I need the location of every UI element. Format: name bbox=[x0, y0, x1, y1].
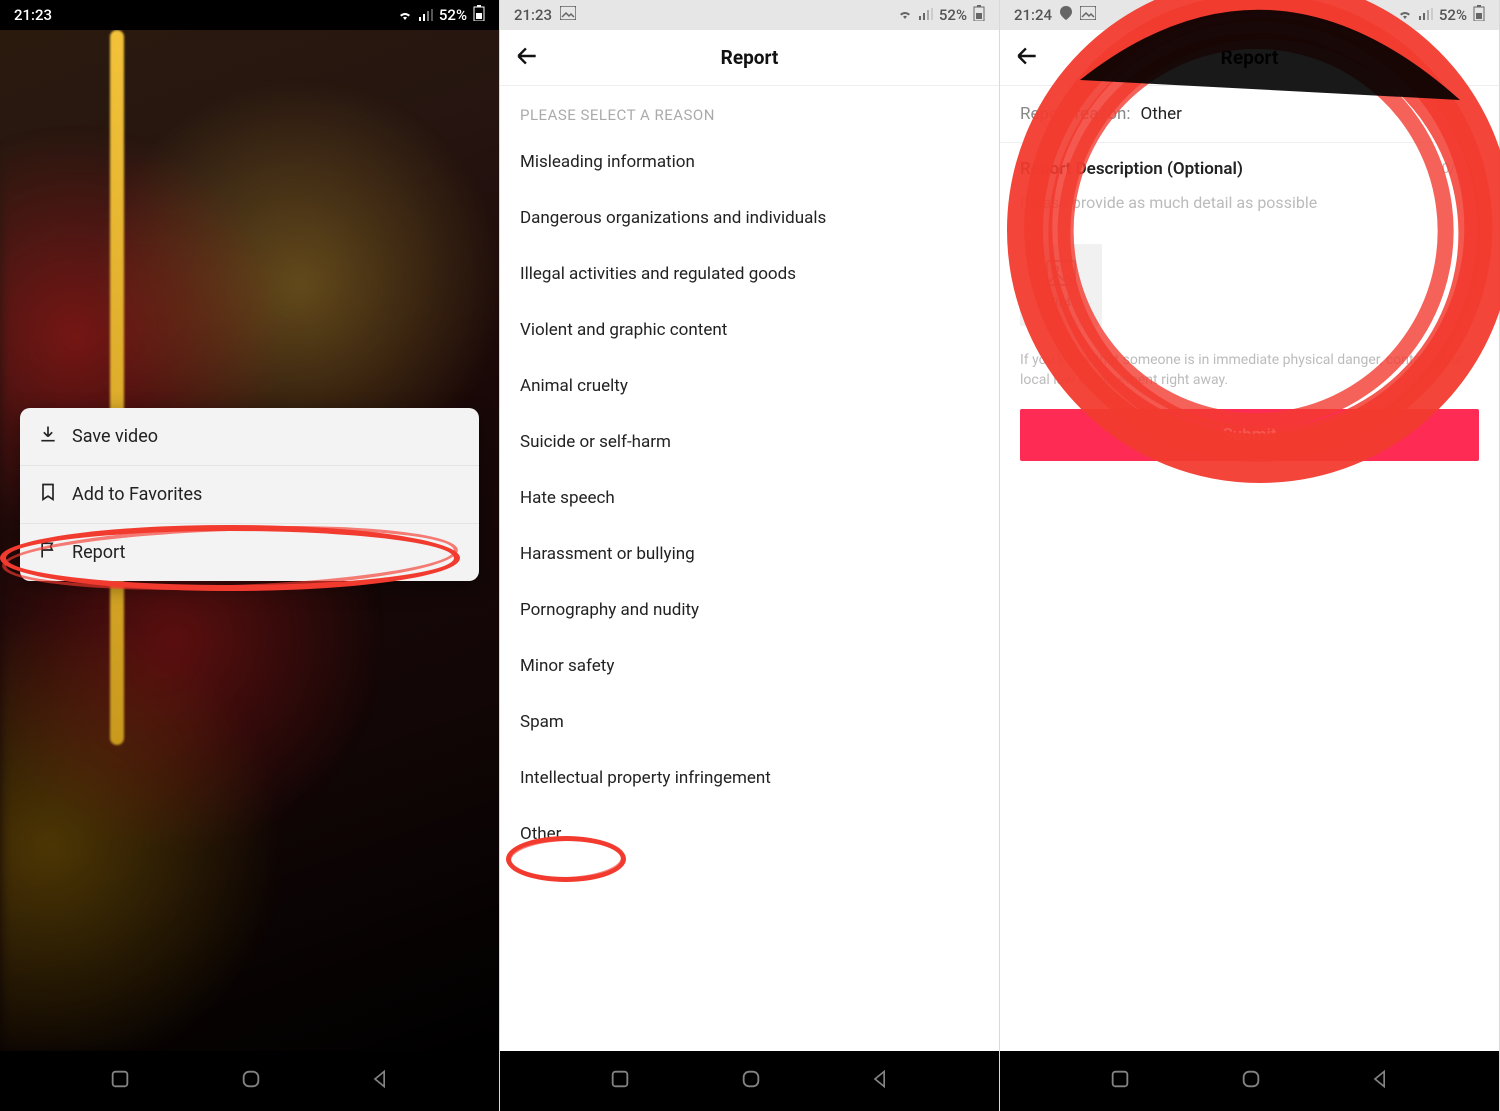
picture-icon bbox=[560, 6, 576, 24]
picture-icon bbox=[1080, 6, 1096, 24]
report-form: Report reason: Other Report Description … bbox=[1000, 86, 1499, 1051]
submit-label: Submit bbox=[1222, 425, 1276, 445]
status-bar: 21:23 52% bbox=[0, 0, 499, 30]
battery-icon bbox=[1473, 5, 1485, 25]
description-block: Report Description (Optional) 0/200 Plea… bbox=[1000, 143, 1499, 218]
location-icon bbox=[1060, 6, 1072, 24]
nav-recent-icon[interactable] bbox=[609, 1068, 631, 1094]
status-battery: 52% bbox=[439, 6, 467, 24]
reason-label: Report reason: bbox=[1020, 104, 1131, 124]
reason-pornography[interactable]: Pornography and nudity bbox=[500, 582, 999, 638]
android-navbar bbox=[0, 1051, 499, 1111]
report-item[interactable]: Report bbox=[20, 524, 479, 581]
report-reason-row[interactable]: Report reason: Other bbox=[1000, 86, 1499, 143]
screen-report-description: 21:24 52% Report Report reason: Other Re… bbox=[1000, 0, 1500, 1111]
reason-value: Other bbox=[1141, 104, 1182, 124]
save-video-label: Save video bbox=[72, 426, 158, 447]
status-battery: 52% bbox=[939, 6, 967, 24]
reason-ip[interactable]: Intellectual property infringement bbox=[500, 750, 999, 806]
status-bar: 21:23 52% bbox=[500, 0, 999, 30]
status-right: 52% bbox=[397, 5, 485, 25]
reason-illegal[interactable]: Illegal activities and regulated goods bbox=[500, 246, 999, 302]
status-battery: 52% bbox=[1439, 6, 1467, 24]
description-title: Report Description (Optional) bbox=[1020, 159, 1243, 179]
back-button[interactable] bbox=[514, 43, 540, 73]
wifi-icon bbox=[897, 6, 913, 24]
screen-report-reasons: 21:23 52% Report PLEASE SELECT A REASON … bbox=[500, 0, 1000, 1111]
image-icon bbox=[1046, 260, 1076, 290]
status-time: 21:24 bbox=[1014, 6, 1052, 24]
nav-home-icon[interactable] bbox=[240, 1068, 262, 1094]
wifi-icon bbox=[397, 9, 413, 21]
add-favorite-label: Add to Favorites bbox=[72, 484, 202, 505]
nav-back-icon[interactable] bbox=[370, 1068, 390, 1094]
status-right: 52% bbox=[1397, 5, 1485, 25]
nav-back-icon[interactable] bbox=[1370, 1068, 1390, 1094]
status-time: 21:23 bbox=[14, 6, 52, 24]
app-bar: Report bbox=[1000, 30, 1499, 86]
screen-video-menu: 21:23 52% Save video bbox=[0, 0, 500, 1111]
upload-image-button[interactable]: 0/4 bbox=[1020, 244, 1102, 326]
add-favorite-item[interactable]: Add to Favorites bbox=[20, 466, 479, 524]
report-label: Report bbox=[72, 542, 125, 563]
battery-icon bbox=[473, 5, 485, 25]
download-icon bbox=[38, 424, 58, 449]
reason-violent[interactable]: Violent and graphic content bbox=[500, 302, 999, 358]
reason-spam[interactable]: Spam bbox=[500, 694, 999, 750]
reason-minor-safety[interactable]: Minor safety bbox=[500, 638, 999, 694]
reason-animal-cruelty[interactable]: Animal cruelty bbox=[500, 358, 999, 414]
nav-home-icon[interactable] bbox=[740, 1068, 762, 1094]
action-sheet: Save video Add to Favorites Report bbox=[20, 408, 479, 581]
bookmark-icon bbox=[38, 482, 58, 507]
signal-icon bbox=[419, 9, 433, 21]
status-bar: 21:24 52% bbox=[1000, 0, 1499, 30]
reason-other[interactable]: Other bbox=[500, 806, 999, 862]
reason-harassment[interactable]: Harassment or bullying bbox=[500, 526, 999, 582]
reasons-list: PLEASE SELECT A REASON Misleading inform… bbox=[500, 86, 999, 1051]
status-right: 52% bbox=[897, 5, 985, 25]
nav-home-icon[interactable] bbox=[1240, 1068, 1262, 1094]
signal-icon bbox=[919, 6, 933, 24]
wifi-icon bbox=[1397, 6, 1413, 24]
nav-recent-icon[interactable] bbox=[109, 1068, 131, 1094]
upload-counter: 0/4 bbox=[1051, 296, 1071, 311]
status-time: 21:23 bbox=[514, 6, 552, 24]
battery-icon bbox=[973, 5, 985, 25]
nav-back-icon[interactable] bbox=[870, 1068, 890, 1094]
app-bar: Report bbox=[500, 30, 999, 86]
reason-misleading[interactable]: Misleading information bbox=[500, 134, 999, 190]
description-input[interactable]: Please provide as much detail as possibl… bbox=[1020, 193, 1479, 212]
signal-icon bbox=[1419, 6, 1433, 24]
description-counter: 0/200 bbox=[1442, 161, 1479, 177]
emergency-notice: If you know that someone is in immediate… bbox=[1000, 332, 1499, 395]
back-button[interactable] bbox=[1014, 43, 1040, 73]
reason-dangerous-orgs[interactable]: Dangerous organizations and individuals bbox=[500, 190, 999, 246]
reason-suicide[interactable]: Suicide or self-harm bbox=[500, 414, 999, 470]
reason-hate-speech[interactable]: Hate speech bbox=[500, 470, 999, 526]
save-video-item[interactable]: Save video bbox=[20, 408, 479, 466]
submit-button[interactable]: Submit bbox=[1020, 409, 1479, 461]
nav-recent-icon[interactable] bbox=[1109, 1068, 1131, 1094]
video-background[interactable]: Save video Add to Favorites Report bbox=[0, 30, 499, 1051]
flag-icon bbox=[38, 540, 58, 565]
android-navbar bbox=[500, 1051, 999, 1111]
page-title: Report bbox=[721, 46, 779, 69]
section-label: PLEASE SELECT A REASON bbox=[500, 86, 999, 134]
page-title: Report bbox=[1221, 46, 1279, 69]
android-navbar bbox=[1000, 1051, 1499, 1111]
